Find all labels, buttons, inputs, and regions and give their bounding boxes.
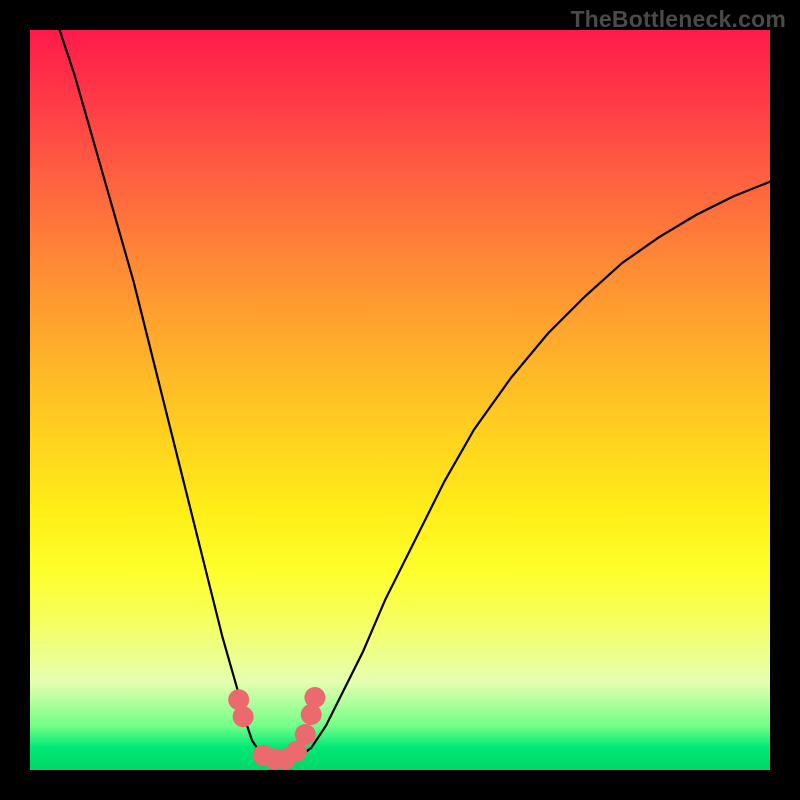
chart-container: TheBottleneck.com [0,0,800,800]
watermark-text: TheBottleneck.com [570,6,786,33]
highlight-markers [228,687,325,769]
marker-dot [295,724,316,745]
marker-dot [304,687,325,708]
right-curve [282,182,770,763]
marker-dot [233,706,254,727]
left-curve [60,30,282,763]
curve-layer [30,30,770,770]
plot-area [30,30,770,770]
